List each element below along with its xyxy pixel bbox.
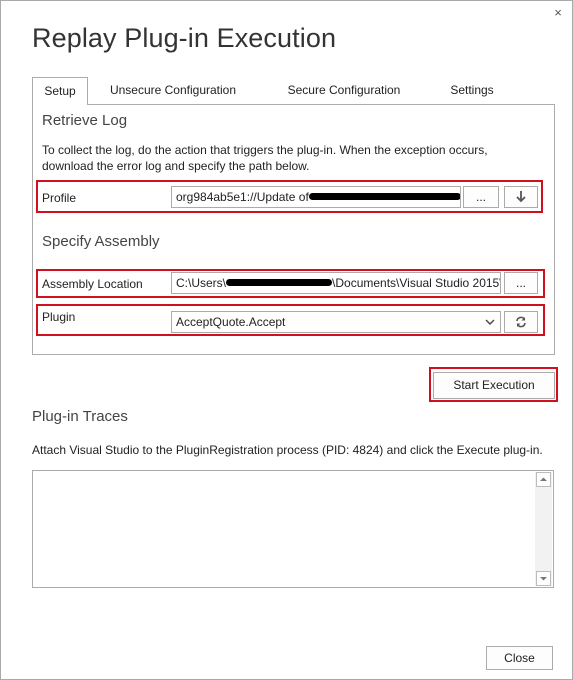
plugin-label: Plugin	[42, 310, 76, 324]
close-icon[interactable]: ×	[551, 6, 565, 20]
retrieve-log-description-line2: download the error log and specify the p…	[42, 159, 310, 173]
retrieve-log-description-line1: To collect the log, do the action that t…	[42, 143, 488, 157]
profile-browse-button[interactable]: ...	[463, 186, 499, 208]
plugin-selected-value: AcceptQuote.Accept	[176, 315, 286, 329]
profile-field[interactable]: org984ab5e1://Update of	[171, 186, 461, 208]
refresh-plugins-button[interactable]	[504, 311, 538, 333]
tab-setup[interactable]: Setup	[32, 77, 88, 105]
tab-secure-configuration[interactable]: Secure Configuration	[278, 77, 410, 104]
assembly-location-label: Assembly Location	[42, 277, 143, 291]
retrieve-log-heading: Retrieve Log	[42, 112, 128, 129]
refresh-icon	[516, 316, 526, 328]
tab-unsecure-configuration[interactable]: Unsecure Configuration	[101, 77, 245, 104]
replay-plugin-dialog: × Replay Plug-in Execution Setup Unsecur…	[0, 0, 573, 680]
arrow-down-icon	[516, 191, 526, 203]
assembly-location-field[interactable]: C:\Users\ \Documents\Visual Studio 2015\	[171, 272, 501, 294]
assembly-path-prefix: C:\Users\	[176, 276, 227, 290]
close-button[interactable]: Close	[486, 646, 553, 670]
scroll-down-icon	[540, 577, 547, 581]
download-log-button[interactable]	[504, 186, 538, 208]
scroll-down-button[interactable]	[536, 571, 551, 586]
profile-value: org984ab5e1://Update of	[176, 190, 309, 204]
plugin-traces-description: Attach Visual Studio to the PluginRegist…	[32, 443, 543, 457]
scroll-up-button[interactable]	[536, 472, 551, 487]
plugin-dropdown[interactable]: AcceptQuote.Accept	[171, 311, 501, 333]
redacted-mark	[226, 279, 333, 287]
tab-settings[interactable]: Settings	[441, 77, 503, 104]
specify-assembly-heading: Specify Assembly	[42, 233, 160, 250]
chevron-down-icon	[485, 319, 495, 325]
plugin-traces-output[interactable]	[32, 470, 554, 588]
profile-label: Profile	[42, 191, 77, 205]
start-execution-button[interactable]: Start Execution	[433, 372, 555, 399]
vertical-scrollbar[interactable]	[535, 472, 552, 586]
redacted-mark	[308, 193, 460, 201]
assembly-path-suffix: \Documents\Visual Studio 2015\	[332, 276, 501, 290]
scroll-up-icon	[540, 477, 547, 481]
plugin-traces-heading: Plug-in Traces	[32, 408, 128, 425]
dialog-title: Replay Plug-in Execution	[32, 23, 337, 53]
assembly-browse-button[interactable]: ...	[504, 272, 538, 294]
